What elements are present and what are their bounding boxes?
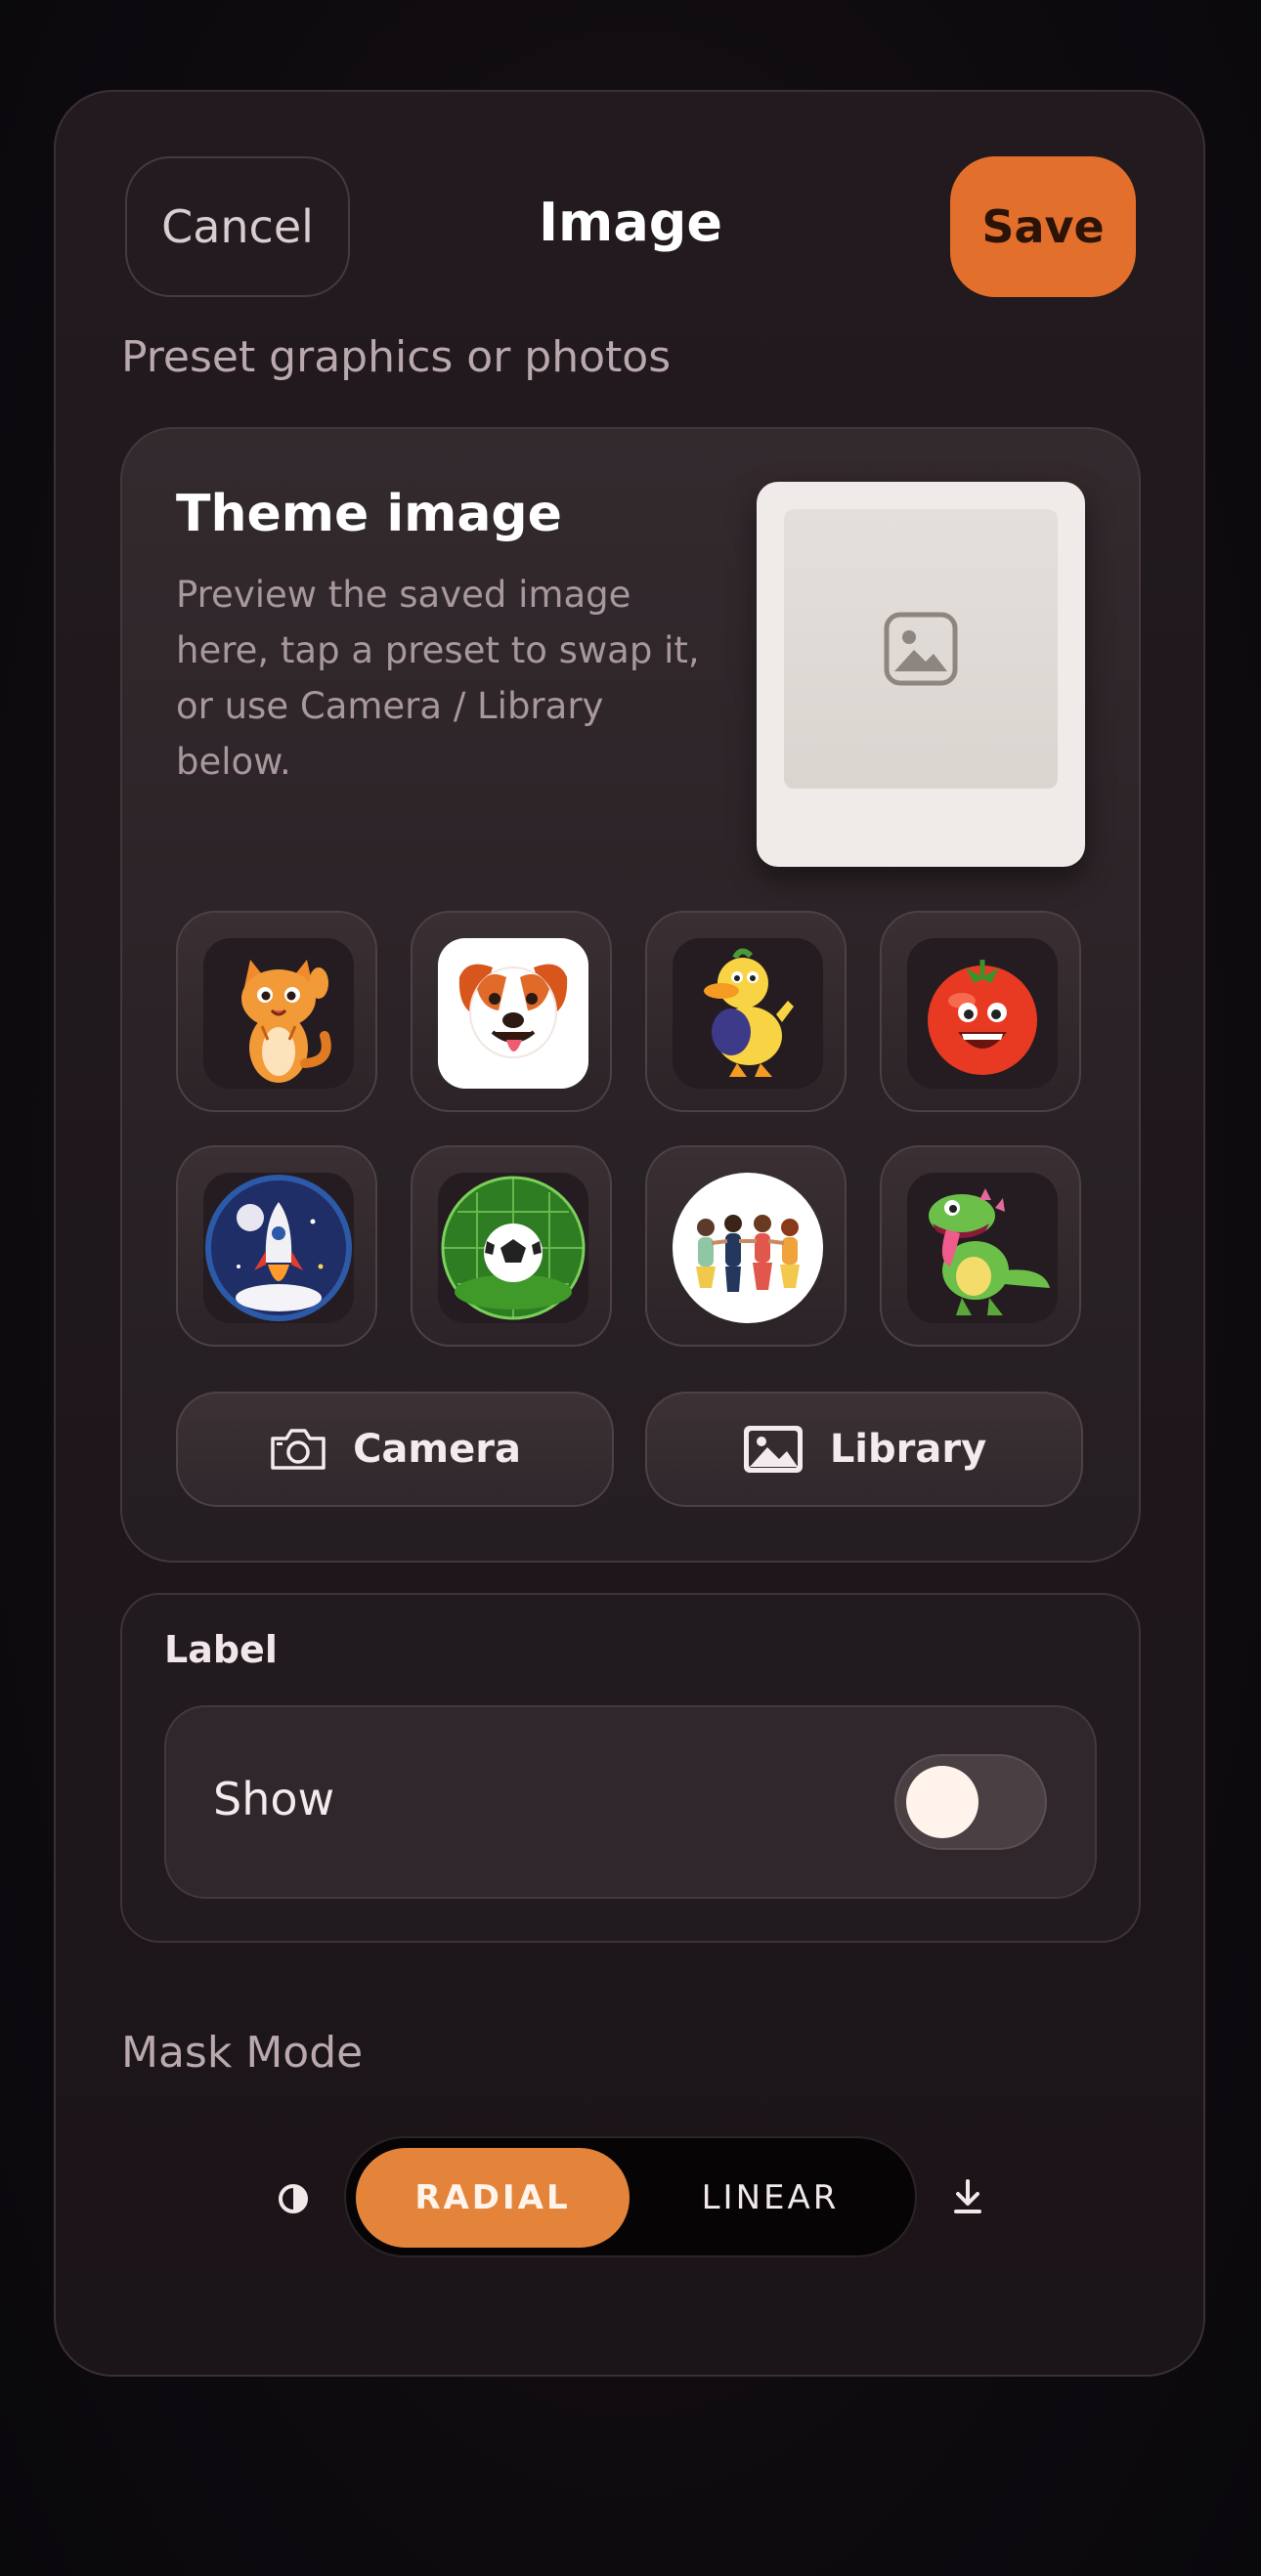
show-label-text: Show — [213, 1773, 335, 1825]
theme-image-title: Theme image — [176, 485, 562, 543]
label-section-title: Label — [164, 1628, 278, 1671]
preview-frame — [784, 509, 1058, 789]
library-label: Library — [829, 1427, 987, 1472]
mask-mode-radial[interactable]: RADIAL — [356, 2148, 630, 2248]
dinosaur-icon — [929, 1188, 1050, 1315]
preset-tile-friends[interactable] — [645, 1145, 847, 1347]
library-button[interactable]: Library — [645, 1392, 1083, 1507]
download-icon[interactable] — [950, 2177, 985, 2216]
mask-mode-linear[interactable]: LINEAR — [633, 2148, 907, 2248]
preset-tile-dinosaur[interactable] — [880, 1145, 1081, 1347]
dog-face-icon — [458, 964, 568, 1058]
mask-mode-caption: Mask Mode — [121, 2028, 364, 2078]
preset-tile-tomato[interactable] — [880, 911, 1081, 1112]
duck-thumbs-up-icon — [704, 948, 794, 1077]
theme-image-description: Preview the saved image here, tap a pres… — [176, 574, 700, 783]
friends-group-icon — [696, 1215, 800, 1292]
save-button[interactable]: Save — [950, 156, 1136, 297]
tomato-face-icon — [928, 960, 1037, 1075]
toggle-knob — [906, 1766, 978, 1838]
cat-waving-icon — [241, 960, 331, 1083]
show-label-toggle[interactable] — [894, 1754, 1047, 1850]
preset-tile-cat[interactable] — [176, 911, 377, 1112]
preset-tile-dog[interactable] — [411, 911, 612, 1112]
rocket-icon — [205, 1175, 352, 1321]
soccer-ball-icon — [441, 1176, 586, 1320]
contrast-icon — [279, 2184, 308, 2213]
image-placeholder-icon — [884, 612, 958, 686]
preset-tile-duck[interactable] — [645, 911, 847, 1112]
preset-tile-soccer[interactable] — [411, 1145, 612, 1347]
image-preview[interactable] — [757, 482, 1085, 867]
camera-button[interactable]: Camera — [176, 1392, 614, 1507]
camera-icon — [271, 1429, 326, 1470]
preset-caption: Preset graphics or photos — [121, 332, 672, 382]
camera-label: Camera — [353, 1427, 521, 1472]
photo-library-icon — [743, 1426, 803, 1473]
preset-tile-rocket[interactable] — [176, 1145, 377, 1347]
